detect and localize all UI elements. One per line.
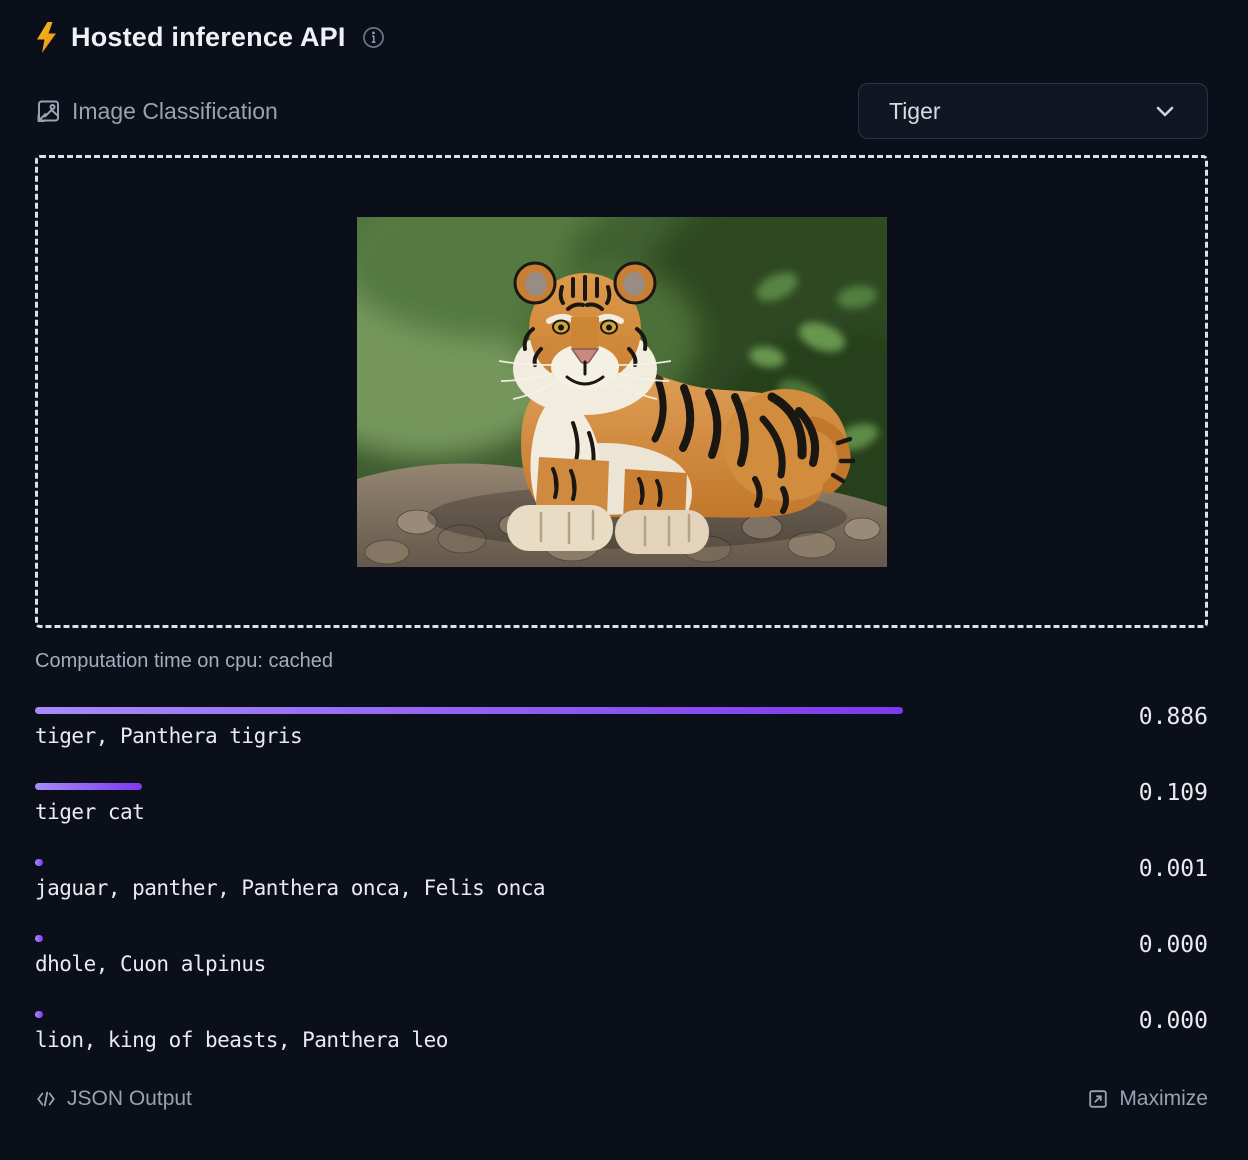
- score-bar: [35, 783, 142, 790]
- result-row: 0.000 dhole, Cuon alpinus: [35, 935, 1208, 989]
- code-brackets-icon: [35, 1088, 57, 1110]
- score-bar: [35, 707, 903, 714]
- score-value: 0.109: [1139, 780, 1208, 806]
- task-row: Image Classification Tiger: [35, 83, 1208, 139]
- result-label: jaguar, panther, Panthera onca, Felis on…: [35, 876, 1208, 900]
- info-circle-icon[interactable]: [362, 26, 385, 49]
- task-label: Image Classification: [72, 98, 278, 125]
- classification-results: 0.886 tiger, Panthera tigris 0.109 tiger…: [35, 707, 1208, 1065]
- score-value: 0.000: [1139, 932, 1208, 958]
- result-label: lion, king of beasts, Panthera leo: [35, 1028, 1208, 1052]
- result-row: 0.000 lion, king of beasts, Panthera leo: [35, 1011, 1208, 1065]
- task-info: Image Classification: [35, 98, 278, 125]
- lightning-bolt-icon: [35, 22, 58, 53]
- example-dropdown[interactable]: Tiger: [858, 83, 1208, 139]
- result-row: 0.886 tiger, Panthera tigris: [35, 707, 1208, 761]
- example-dropdown-value: Tiger: [889, 98, 941, 125]
- json-output-button[interactable]: JSON Output: [35, 1087, 192, 1111]
- score-bar: [35, 935, 43, 942]
- image-classification-icon: [35, 98, 61, 124]
- expand-icon: [1087, 1088, 1109, 1110]
- score-bar: [35, 859, 43, 866]
- score-value: 0.000: [1139, 1008, 1208, 1034]
- widget-footer: JSON Output Maximize: [35, 1087, 1208, 1111]
- json-output-label: JSON Output: [67, 1087, 192, 1111]
- widget-header: Hosted inference API: [35, 22, 1208, 53]
- score-bar: [35, 1011, 43, 1018]
- computation-time: Computation time on cpu: cached: [35, 650, 1208, 673]
- maximize-label: Maximize: [1119, 1087, 1208, 1111]
- result-label: tiger cat: [35, 800, 1208, 824]
- result-row: 0.109 tiger cat: [35, 783, 1208, 837]
- page-title: Hosted inference API: [71, 22, 346, 53]
- image-dropzone[interactable]: [35, 155, 1208, 628]
- result-label: tiger, Panthera tigris: [35, 724, 1208, 748]
- inference-widget: Hosted inference API Image Classificatio…: [0, 0, 1248, 1111]
- score-value: 0.001: [1139, 856, 1208, 882]
- tiger-image: [357, 217, 887, 567]
- result-row: 0.001 jaguar, panther, Panthera onca, Fe…: [35, 859, 1208, 913]
- chevron-down-icon: [1153, 99, 1177, 123]
- result-label: dhole, Cuon alpinus: [35, 952, 1208, 976]
- maximize-button[interactable]: Maximize: [1087, 1087, 1208, 1111]
- score-value: 0.886: [1139, 704, 1208, 730]
